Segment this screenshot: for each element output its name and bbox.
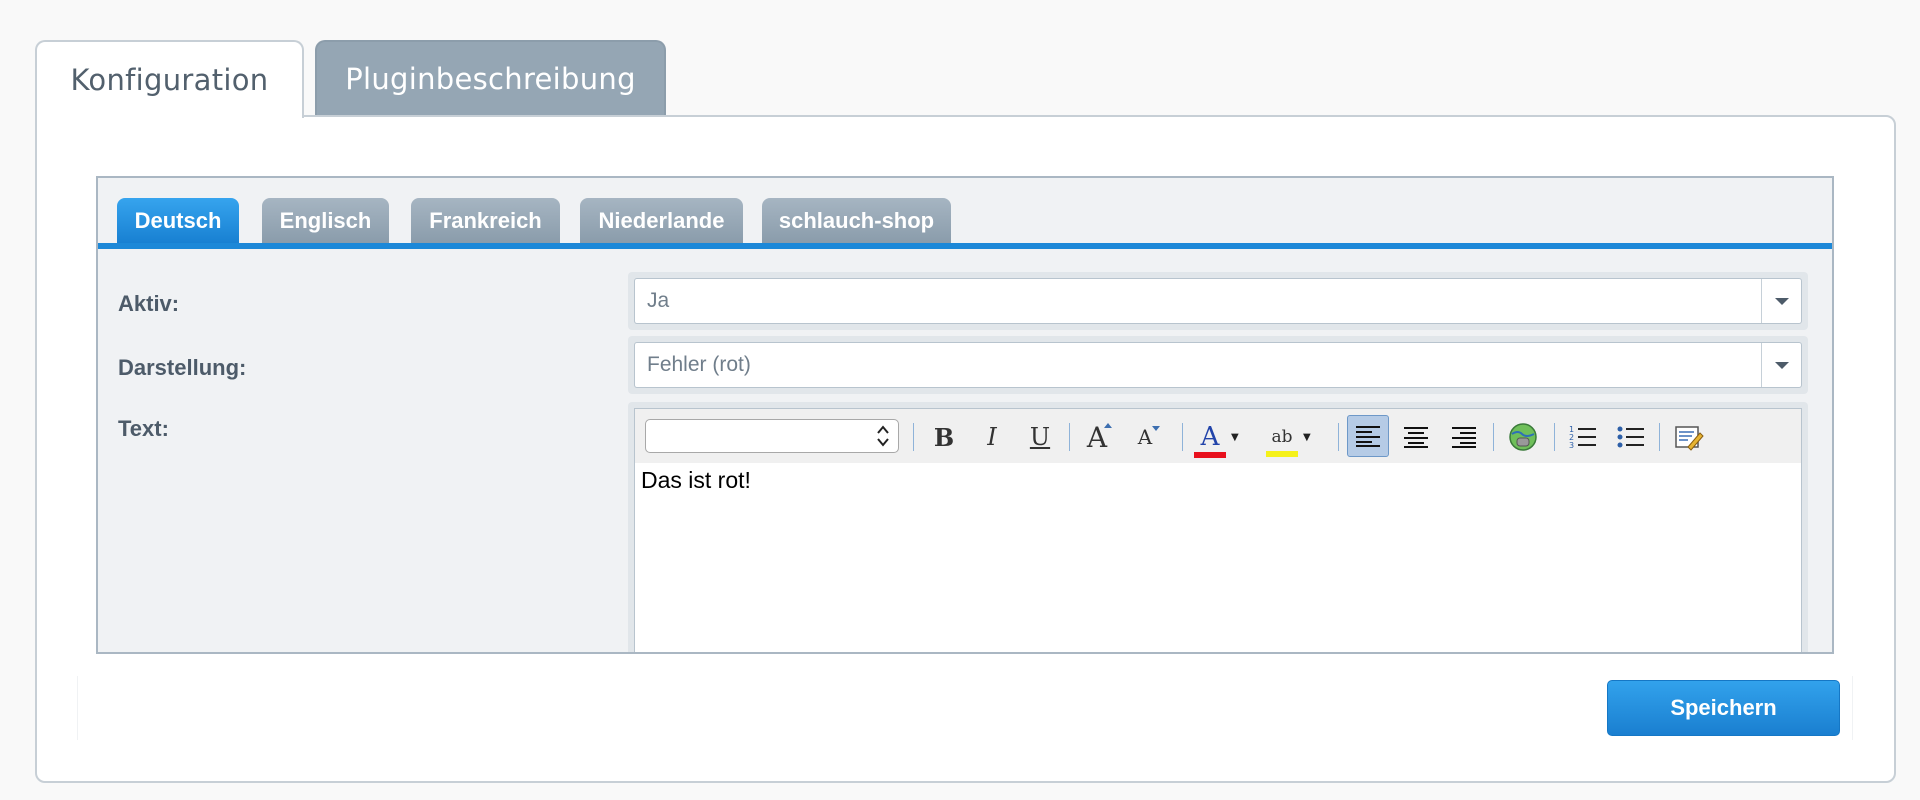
font-color-icon: A <box>1193 422 1227 458</box>
align-right-button[interactable] <box>1446 419 1482 455</box>
dropdown-caret-icon: ▼ <box>1303 431 1311 443</box>
caret-down-icon <box>1152 426 1160 431</box>
rich-text-editor: B I U A A A ▼ ab ▼ 1 2 3 Das ist rot! <box>634 408 1802 652</box>
edit-source-icon <box>1675 426 1704 451</box>
toolbar-divider <box>1069 423 1070 451</box>
toolbar-divider <box>1182 423 1183 451</box>
grow-font-button[interactable]: A <box>1079 419 1115 455</box>
ordered-list-icon: 1 2 3 <box>1569 425 1596 450</box>
aktiv-label: Aktiv: <box>118 291 180 316</box>
editor-toolbar: B I U A A A ▼ ab ▼ 1 2 3 <box>635 409 1801 463</box>
align-left-icon <box>1356 426 1380 447</box>
up-down-icon <box>876 424 890 450</box>
toolbar-divider <box>913 423 914 451</box>
highlight-icon: ab <box>1265 427 1299 457</box>
globe-link-icon <box>1509 423 1537 451</box>
tab-englisch[interactable]: Englisch <box>262 198 389 243</box>
darstellung-select-wrapper: Fehler (rot) <box>628 336 1808 394</box>
aktiv-select-value: Ja <box>647 289 670 312</box>
unordered-list-icon <box>1617 426 1644 448</box>
darstellung-label: Darstellung: <box>118 355 247 380</box>
aktiv-select-wrapper: Ja <box>628 272 1808 330</box>
svg-text:3: 3 <box>1569 441 1574 450</box>
shrink-font-button[interactable]: A <box>1127 419 1163 455</box>
text-label: Text: <box>118 416 169 441</box>
ordered-list-button[interactable]: 1 2 3 <box>1565 419 1601 455</box>
text-editor-wrapper: B I U A A A ▼ ab ▼ 1 2 3 Das ist rot! <box>628 402 1808 652</box>
plugin-config-form: Deutsch Englisch Frankreich Niederlande … <box>96 176 1834 654</box>
form-footer <box>77 676 1853 740</box>
tab-schlauch-shop[interactable]: schlauch-shop <box>762 198 951 243</box>
dropdown-caret-icon: ▼ <box>1231 431 1239 443</box>
aktiv-select[interactable]: Ja <box>634 278 1802 324</box>
highlight-button[interactable]: ab ▼ <box>1265 419 1321 457</box>
underline-button[interactable]: U <box>1022 419 1058 455</box>
tab-pluginbeschreibung[interactable]: Pluginbeschreibung <box>315 40 666 116</box>
insert-link-button[interactable] <box>1505 419 1541 455</box>
toolbar-divider <box>1659 423 1660 451</box>
unordered-list-button[interactable] <box>1613 419 1649 455</box>
darstellung-select[interactable]: Fehler (rot) <box>634 342 1802 388</box>
align-left-button[interactable] <box>1347 415 1389 457</box>
source-edit-button[interactable] <box>1671 419 1707 455</box>
font-size-select[interactable] <box>645 419 899 453</box>
align-center-icon <box>1404 427 1428 448</box>
chevron-down-icon[interactable] <box>1761 279 1801 323</box>
save-button[interactable]: Speichern <box>1607 680 1840 736</box>
italic-button[interactable]: I <box>974 419 1010 455</box>
tab-frankreich[interactable]: Frankreich <box>411 198 560 243</box>
language-tab-bar: Deutsch Englisch Frankreich Niederlande … <box>98 178 1832 249</box>
editor-content[interactable]: Das ist rot! <box>641 467 751 494</box>
toolbar-divider <box>1338 423 1339 451</box>
darstellung-select-value: Fehler (rot) <box>647 353 751 376</box>
caret-up-icon <box>1104 423 1112 428</box>
tab-konfiguration[interactable]: Konfiguration <box>35 40 304 118</box>
align-center-button[interactable] <box>1398 419 1434 455</box>
chevron-down-icon[interactable] <box>1761 343 1801 387</box>
toolbar-divider <box>1554 423 1555 451</box>
align-right-icon <box>1452 427 1476 448</box>
toolbar-divider <box>1493 423 1494 451</box>
bold-button[interactable]: B <box>926 419 962 455</box>
tab-deutsch[interactable]: Deutsch <box>117 198 239 243</box>
font-color-button[interactable]: A ▼ <box>1193 419 1249 458</box>
tab-niederlande[interactable]: Niederlande <box>580 198 743 243</box>
